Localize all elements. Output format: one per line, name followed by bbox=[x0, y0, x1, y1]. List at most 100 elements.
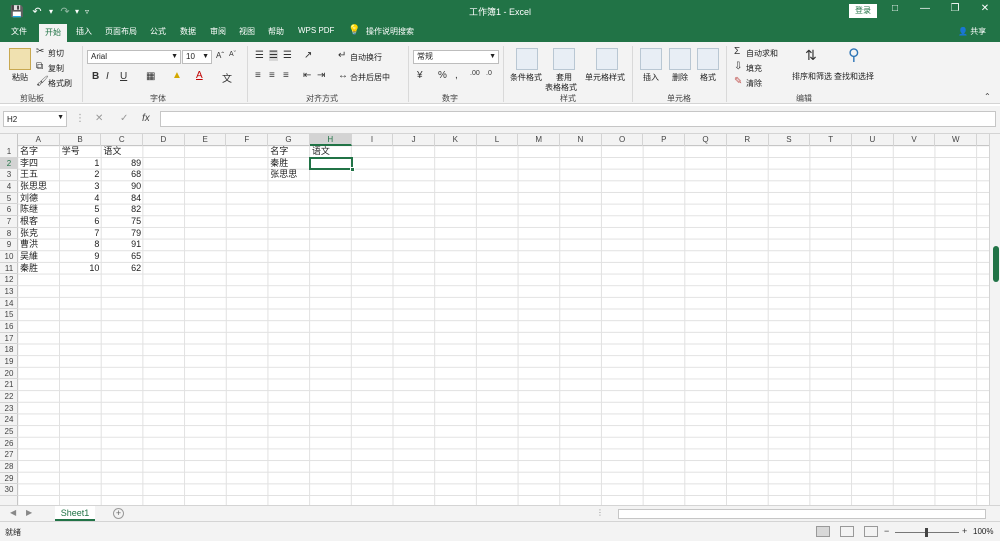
cell-h1[interactable]: 语文 bbox=[310, 146, 352, 157]
paste-button[interactable]: 粘贴 bbox=[12, 72, 28, 83]
format-as-table-icon[interactable] bbox=[553, 48, 575, 70]
font-color-icon[interactable]: A bbox=[196, 70, 203, 81]
tab-review[interactable]: 审阅 bbox=[210, 26, 226, 37]
copy-button[interactable]: 复制 bbox=[48, 63, 64, 74]
fill-button[interactable]: 填充 bbox=[746, 63, 762, 74]
row-header-22[interactable]: 22 bbox=[0, 391, 18, 403]
wrap-text-button[interactable]: 自动换行 bbox=[350, 52, 382, 63]
fill-handle[interactable] bbox=[349, 167, 355, 173]
cell-b10[interactable]: 9 bbox=[60, 251, 102, 262]
ribbon-display-options-icon[interactable]: □ bbox=[880, 3, 910, 14]
format-cells-icon[interactable] bbox=[697, 48, 719, 70]
bold-button[interactable]: B bbox=[92, 71, 99, 82]
insert-cells-icon[interactable] bbox=[640, 48, 662, 70]
fill-color-icon[interactable]: ▲ bbox=[172, 70, 182, 81]
lightbulb-icon[interactable]: 💡 bbox=[348, 25, 360, 36]
vertical-scroll-thumb[interactable] bbox=[993, 246, 999, 282]
column-header-n[interactable]: N bbox=[560, 134, 602, 146]
prev-sheet-icon[interactable]: ◀ bbox=[10, 508, 16, 517]
cell-a11[interactable]: 秦胜 bbox=[18, 263, 60, 274]
number-format-select[interactable]: 常规 ▼ bbox=[413, 50, 499, 64]
row-header-20[interactable]: 20 bbox=[0, 368, 18, 380]
minimize-icon[interactable]: — bbox=[910, 3, 940, 14]
cut-icon[interactable]: ✂ bbox=[36, 46, 44, 57]
tab-file[interactable]: 文件 bbox=[11, 26, 27, 37]
underline-button[interactable]: U bbox=[120, 71, 127, 82]
tab-data[interactable]: 数据 bbox=[180, 26, 196, 37]
sheet-tab-sheet1[interactable]: Sheet1 bbox=[55, 506, 95, 521]
column-header-t[interactable]: T bbox=[810, 134, 852, 146]
zoom-out-icon[interactable]: − bbox=[884, 526, 889, 536]
borders-icon[interactable]: ▦ bbox=[146, 71, 155, 82]
column-header-e[interactable]: E bbox=[185, 134, 227, 146]
cell-b8[interactable]: 7 bbox=[60, 228, 102, 239]
cell-g1[interactable]: 名字 bbox=[268, 146, 310, 157]
copy-icon[interactable]: ⧉ bbox=[36, 61, 43, 72]
cell-a4[interactable]: 张思思 bbox=[18, 181, 60, 192]
align-right-icon[interactable]: ≡ bbox=[283, 70, 289, 81]
row-header-15[interactable]: 15 bbox=[0, 309, 18, 322]
cell-b2[interactable]: 1 bbox=[60, 158, 102, 169]
cell-c5[interactable]: 84 bbox=[101, 193, 143, 204]
cell-b5[interactable]: 4 bbox=[60, 193, 102, 204]
cell-b9[interactable]: 8 bbox=[60, 239, 102, 250]
cell-a9[interactable]: 曹洪 bbox=[18, 239, 60, 250]
align-center-icon[interactable]: ≡ bbox=[269, 70, 275, 81]
paste-icon[interactable] bbox=[9, 48, 31, 70]
cell-c4[interactable]: 90 bbox=[101, 181, 143, 192]
currency-icon[interactable]: ¥ bbox=[417, 70, 423, 81]
row-header-4[interactable]: 4 bbox=[0, 181, 18, 193]
tab-view[interactable]: 视图 bbox=[239, 26, 255, 37]
cell-c9[interactable]: 91 bbox=[101, 239, 143, 250]
row-header-14[interactable]: 14 bbox=[0, 298, 18, 310]
column-header-w[interactable]: W bbox=[935, 134, 978, 146]
percent-icon[interactable]: % bbox=[438, 70, 447, 81]
sheet-bar-resize-icon[interactable]: ⋮ bbox=[596, 508, 604, 517]
row-header-23[interactable]: 23 bbox=[0, 403, 18, 415]
cancel-icon[interactable]: ✕ bbox=[95, 113, 103, 124]
row-header-11[interactable]: 11 bbox=[0, 263, 18, 275]
column-header-v[interactable]: V bbox=[894, 134, 936, 146]
row-header-12[interactable]: 12 bbox=[0, 274, 18, 287]
align-left-icon[interactable]: ≡ bbox=[255, 70, 261, 81]
clear-button[interactable]: 清除 bbox=[746, 78, 762, 89]
row-header-26[interactable]: 26 bbox=[0, 438, 18, 450]
tab-help[interactable]: 帮助 bbox=[268, 26, 284, 37]
row-header-13[interactable]: 13 bbox=[0, 286, 18, 298]
format-painter-icon[interactable]: 🖌 bbox=[36, 76, 49, 87]
column-header-j[interactable]: J bbox=[393, 134, 435, 146]
login-button[interactable]: 登录 bbox=[849, 4, 877, 18]
decrease-decimal-icon[interactable]: .0 bbox=[486, 70, 492, 77]
select-all-button[interactable] bbox=[0, 134, 18, 146]
row-header-2[interactable]: 2 bbox=[0, 157, 18, 170]
column-header-b[interactable]: B bbox=[60, 134, 102, 146]
sort-filter-icon[interactable]: ⇅ bbox=[805, 47, 817, 64]
cell-b3[interactable]: 2 bbox=[60, 169, 102, 180]
decrease-font-icon[interactable]: Aˇ bbox=[229, 51, 236, 58]
autosum-button[interactable]: 自动求和 bbox=[746, 48, 778, 59]
align-bottom-icon[interactable]: ☰ bbox=[283, 50, 292, 61]
column-header-g[interactable]: G bbox=[268, 134, 310, 146]
cell-a2[interactable]: 李四 bbox=[18, 158, 60, 169]
cell-b6[interactable]: 5 bbox=[60, 204, 102, 215]
row-header-16[interactable]: 16 bbox=[0, 321, 18, 333]
column-header-i[interactable]: I bbox=[352, 134, 394, 146]
decrease-indent-icon[interactable]: ⇤ bbox=[303, 70, 311, 81]
cell-a8[interactable]: 张克 bbox=[18, 228, 60, 239]
increase-decimal-icon[interactable]: .00 bbox=[470, 70, 480, 77]
row-header-21[interactable]: 21 bbox=[0, 379, 18, 392]
align-top-icon[interactable]: ☰ bbox=[255, 50, 264, 61]
cell-b4[interactable]: 3 bbox=[60, 181, 102, 192]
page-break-view-icon[interactable] bbox=[864, 526, 878, 537]
active-cell-selection[interactable] bbox=[308, 156, 355, 173]
insert-cells-button[interactable]: 插入 bbox=[643, 72, 659, 83]
vertical-scrollbar[interactable] bbox=[989, 134, 1000, 505]
comma-style-icon[interactable]: , bbox=[455, 70, 458, 81]
row-header-28[interactable]: 28 bbox=[0, 461, 18, 473]
cell-a1[interactable]: 名字 bbox=[18, 146, 60, 157]
column-header-u[interactable]: U bbox=[852, 134, 894, 146]
column-header-a[interactable]: A bbox=[18, 134, 60, 146]
enter-icon[interactable]: ✓ bbox=[120, 113, 128, 124]
clear-icon[interactable]: ✎ bbox=[734, 76, 742, 87]
column-header-h[interactable]: H bbox=[309, 134, 352, 146]
